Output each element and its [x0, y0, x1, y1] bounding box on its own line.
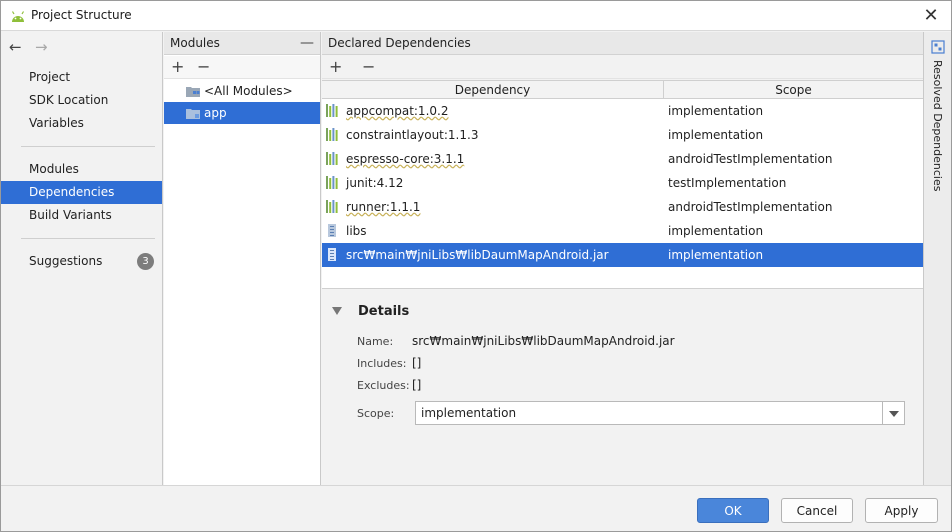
modules-header-label: Modules [170, 36, 220, 50]
jar-icon [328, 224, 336, 237]
plus-icon[interactable]: + [171, 58, 184, 76]
nav-item-label: SDK Location [29, 93, 109, 107]
apply-button[interactable]: Apply [865, 498, 938, 523]
arrow-left-icon[interactable]: ← [9, 38, 29, 56]
project-structure-dialog: Project Structure ✕ ← → Project SDK Locat… [0, 0, 952, 532]
dependencies-toolbar: + − [322, 56, 923, 79]
module-item-all-modules[interactable]: <All Modules> [164, 80, 320, 102]
details-section: Details Name: src₩main₩jniLibs₩libDaumMa… [322, 288, 923, 485]
nav-item-label: Project [29, 70, 71, 84]
includes-value: [] [412, 356, 422, 370]
nav-item-suggestions[interactable]: Suggestions 3 [1, 250, 162, 273]
nav-item-label: Variables [29, 116, 84, 130]
nav-divider [21, 238, 155, 239]
name-value: src₩main₩jniLibs₩libDaumMapAndroid.jar [412, 334, 675, 348]
module-item-label: <All Modules> [204, 84, 293, 98]
table-row[interactable]: runner:1.1.1 androidTestImplementation [322, 195, 923, 219]
nav-divider [21, 146, 155, 147]
excludes-label: Excludes: [357, 379, 410, 392]
scope-label: Scope: [357, 407, 395, 420]
left-navigation: ← → Project SDK Location Variables Module… [1, 32, 163, 485]
declared-dependencies-title: Declared Dependencies [328, 36, 471, 50]
suggestions-count-badge: 3 [137, 253, 154, 270]
dependency-scope: androidTestImplementation [668, 200, 833, 214]
dependencies-table: Dependency Scope appcompat:1.0.2 implemen… [322, 80, 923, 288]
modules-panel: Modules — + − <All Modules> app [164, 32, 321, 485]
add-dependency-plus-icon[interactable]: + [329, 58, 342, 76]
remove-dependency-minus-icon[interactable]: − [362, 58, 375, 76]
nav-item-project[interactable]: Project [1, 66, 162, 89]
dependency-scope: implementation [668, 224, 764, 238]
dialog-button-bar: OK Cancel Apply [1, 485, 951, 531]
excludes-value: [] [412, 378, 422, 392]
collapse-minus-icon[interactable]: — [300, 32, 314, 55]
android-icon [11, 11, 25, 22]
table-row[interactable]: libs implementation [322, 219, 923, 243]
modules-header: Modules — [164, 32, 320, 55]
jar-icon [328, 248, 336, 261]
name-label: Name: [357, 335, 394, 348]
includes-label: Includes: [357, 357, 407, 370]
scope-dropdown[interactable]: implementation [415, 401, 905, 425]
cancel-button[interactable]: Cancel [781, 498, 853, 523]
scope-dropdown-value: implementation [421, 406, 517, 420]
dependency-name: runner:1.1.1 [346, 200, 421, 214]
module-item-label: app [204, 106, 227, 120]
library-icon [326, 200, 338, 213]
nav-item-label: Dependencies [29, 185, 115, 199]
title-bar: Project Structure ✕ [1, 1, 951, 31]
ok-button[interactable]: OK [697, 498, 769, 523]
column-header-dependency[interactable]: Dependency [322, 81, 664, 99]
table-row[interactable]: espresso-core:3.1.1 androidTestImplementa… [322, 147, 923, 171]
table-row[interactable]: appcompat:1.0.2 implementation [322, 99, 923, 123]
library-icon [326, 128, 338, 141]
minus-icon[interactable]: − [197, 58, 210, 76]
declared-dependencies-panel: Declared Dependencies + − Dependency Sco… [322, 32, 923, 485]
resolved-dependencies-tab[interactable]: Resolved Dependencies [931, 60, 944, 191]
dependency-scope: androidTestImplementation [668, 152, 833, 166]
table-row[interactable]: src₩main₩jniLibs₩libDaumMapAndroid.jar im… [322, 243, 923, 267]
module-item-app[interactable]: app [164, 102, 320, 124]
nav-item-modules[interactable]: Modules [1, 158, 162, 181]
resolved-dependencies-tool-strip: Resolved Dependencies [923, 32, 951, 485]
column-header-scope[interactable]: Scope [664, 81, 923, 99]
dependency-name: constraintlayout:1.1.3 [346, 128, 479, 142]
chevron-down-icon[interactable] [882, 402, 904, 424]
nav-item-label: Modules [29, 162, 79, 176]
dependency-scope: implementation [668, 128, 764, 142]
nav-item-label: Build Variants [29, 208, 112, 222]
dependency-name: espresso-core:3.1.1 [346, 152, 465, 166]
window-title: Project Structure [31, 8, 132, 22]
declared-dependencies-header: Declared Dependencies [322, 32, 923, 55]
dependency-name: appcompat:1.0.2 [346, 104, 449, 118]
table-header: Dependency Scope [322, 81, 923, 99]
library-icon [326, 104, 338, 117]
dependency-name: junit:4.12 [346, 176, 404, 190]
table-row[interactable]: junit:4.12 testImplementation [322, 171, 923, 195]
nav-item-variables[interactable]: Variables [1, 112, 162, 135]
collapse-triangle-icon[interactable] [332, 307, 342, 315]
library-icon [326, 176, 338, 189]
details-title: Details [358, 304, 410, 319]
dependency-scope: implementation [668, 104, 764, 118]
nav-item-label: Suggestions [29, 254, 103, 268]
modules-toolbar: + − [164, 56, 320, 79]
dependency-scope: implementation [668, 248, 764, 262]
dependency-name: src₩main₩jniLibs₩libDaumMapAndroid.jar [346, 248, 609, 262]
module-folder-icon [186, 109, 200, 119]
nav-item-dependencies[interactable]: Dependencies [1, 181, 162, 204]
library-icon [326, 152, 338, 165]
modules-folder-icon [186, 87, 200, 97]
close-icon[interactable]: ✕ [921, 6, 941, 26]
nav-item-sdk-location[interactable]: SDK Location [1, 89, 162, 112]
arrow-right-icon[interactable]: → [35, 38, 55, 56]
dependency-name: libs [346, 224, 367, 238]
nav-item-build-variants[interactable]: Build Variants [1, 204, 162, 227]
table-row[interactable]: constraintlayout:1.1.3 implementation [322, 123, 923, 147]
dependency-scope: testImplementation [668, 176, 787, 190]
resolved-dependencies-icon[interactable] [931, 40, 945, 54]
nav-arrows: ← → [9, 38, 55, 56]
